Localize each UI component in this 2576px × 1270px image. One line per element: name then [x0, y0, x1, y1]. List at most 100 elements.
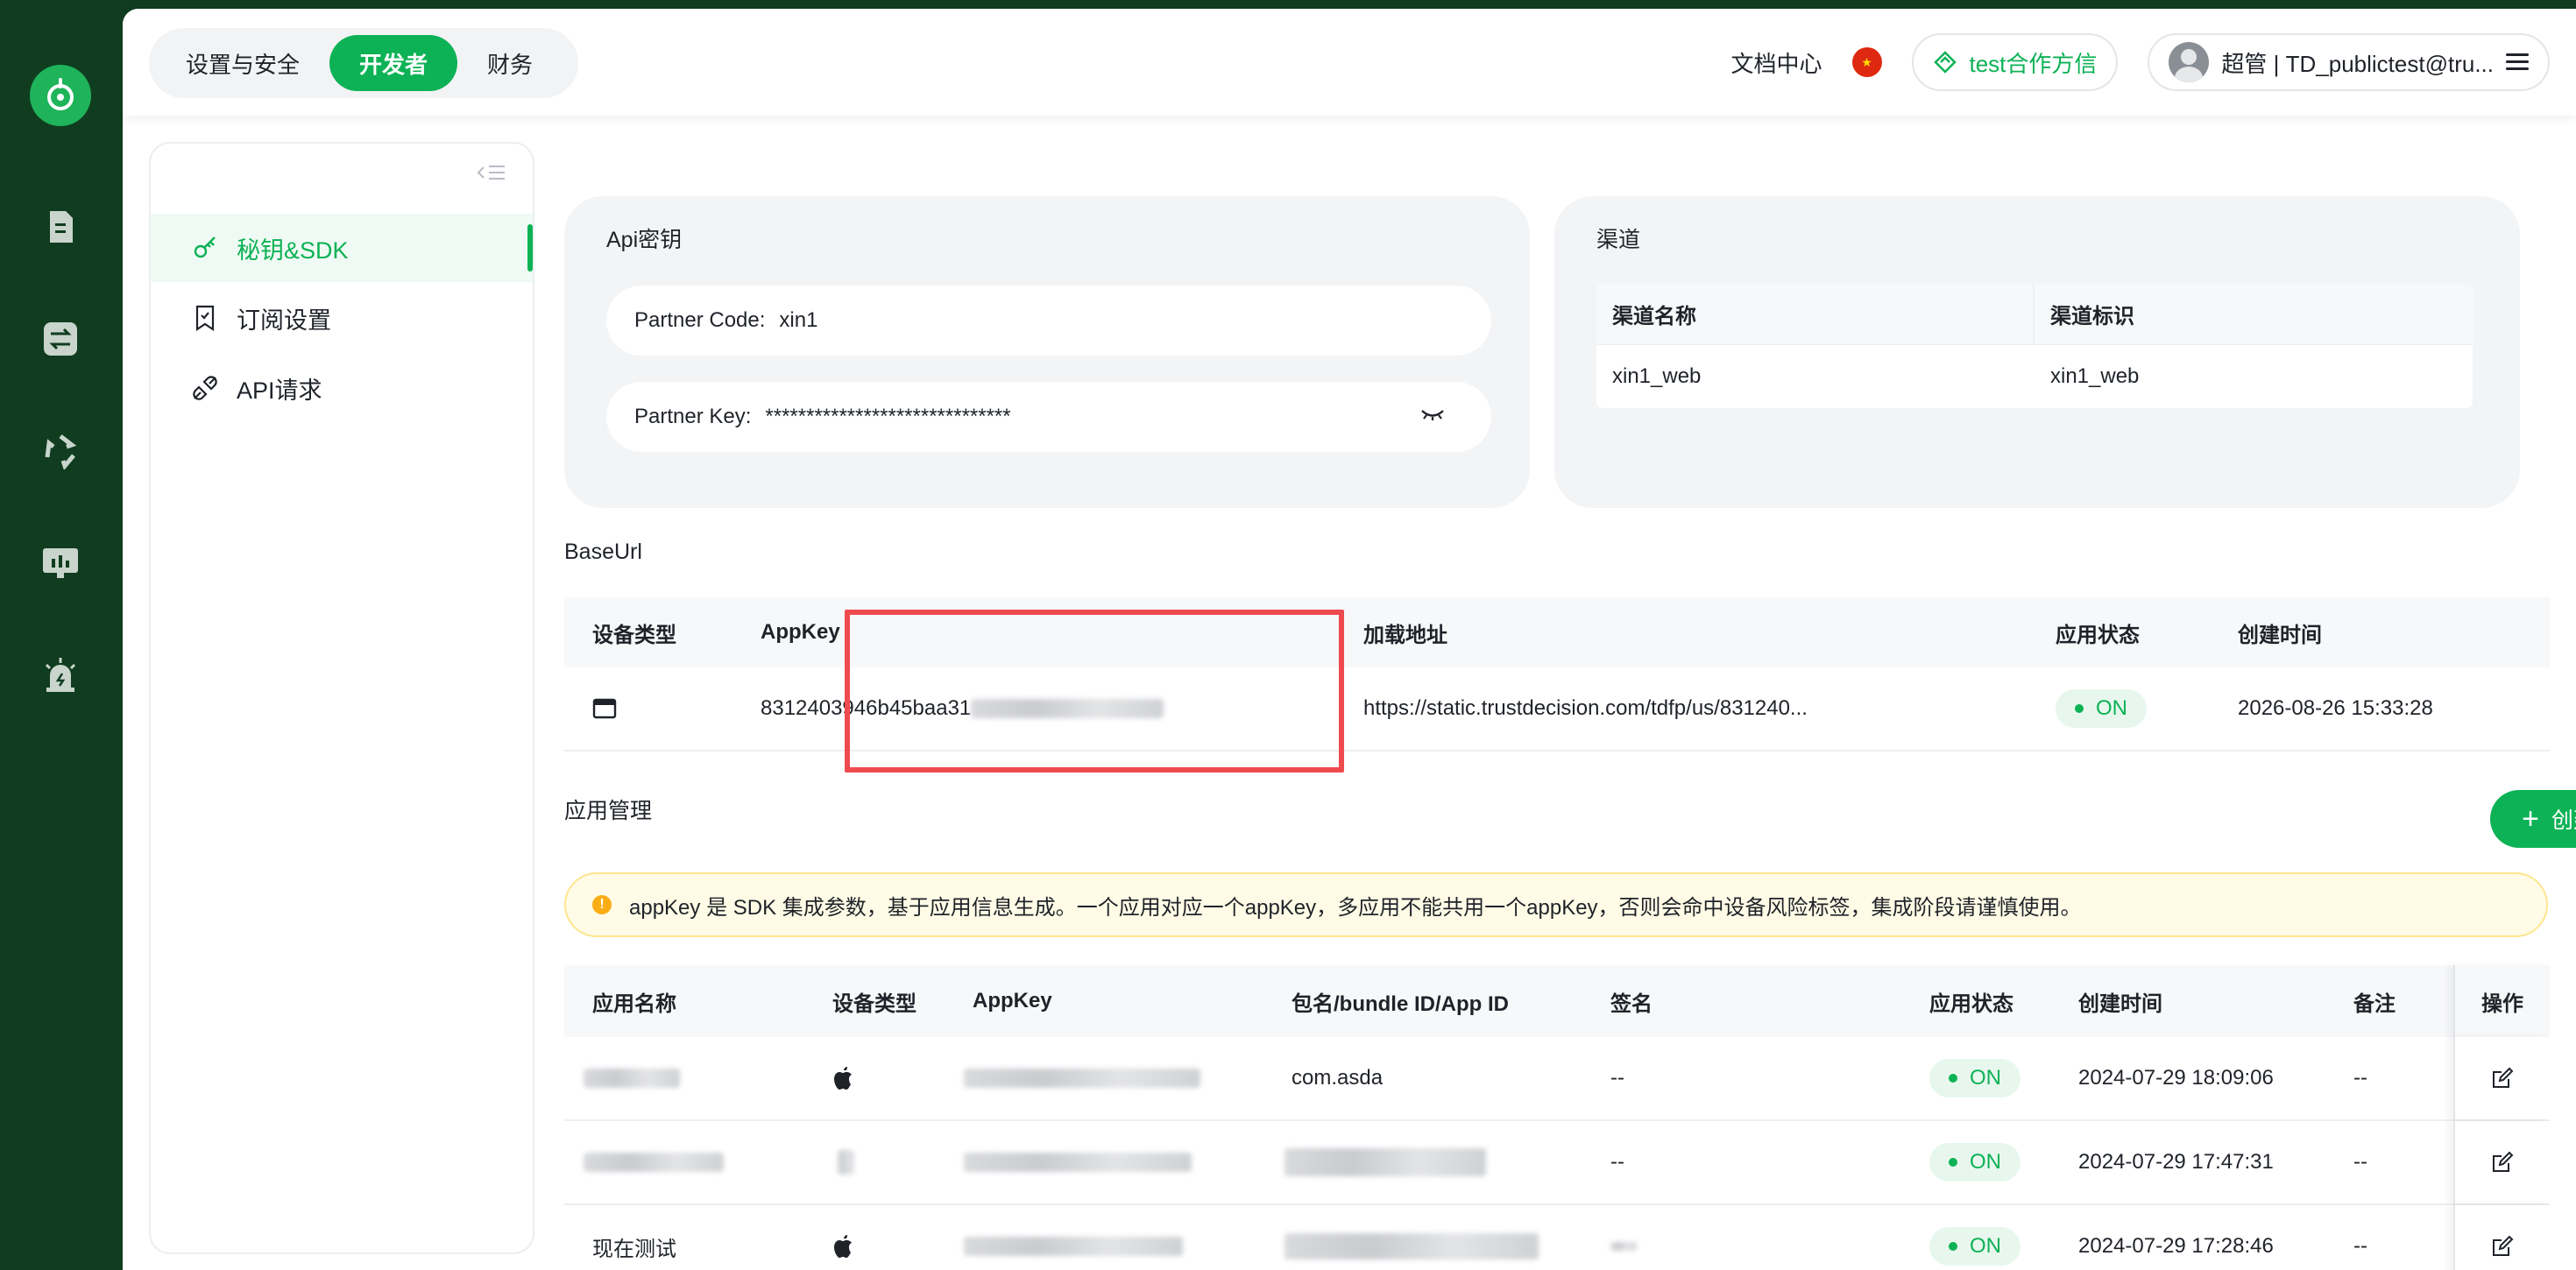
partner-code-field: Partner Code: xin1: [606, 286, 1491, 356]
sidebar-item-api-requests[interactable]: API请求: [151, 354, 533, 422]
partner-code-label: Partner Code:: [634, 308, 766, 332]
app-status-header: 应用状态: [1929, 991, 2013, 1016]
app-window: 设置与安全 开发者 财务 文档中心 ★ test合作方信 超管 | TD_pub…: [123, 9, 2576, 1270]
redacted-text: [964, 1153, 1192, 1172]
info-icon: !: [592, 895, 612, 914]
signature-cell: --: [1610, 1066, 1624, 1090]
package-cell: [1284, 1121, 1486, 1203]
appkey-notice: ! appKey 是 SDK 集成参数，基于应用信息生成。一个应用对应一个app…: [564, 872, 2548, 937]
top-bar: 设置与安全 开发者 财务 文档中心 ★ test合作方信 超管 | TD_pub…: [123, 9, 2576, 116]
android-icon: [838, 1121, 853, 1203]
status-badge: ON: [1929, 1205, 2020, 1270]
sidebar-item-label: API请求: [237, 377, 322, 404]
sidebar-item-label: 订阅设置: [237, 307, 331, 334]
docs-link[interactable]: 文档中心: [1730, 46, 1822, 79]
appkey-cell: [964, 1121, 1192, 1203]
redacted-text: [971, 699, 1164, 718]
app-name-cell: [584, 1037, 680, 1119]
appkey-cell: 8312403946b45baa31: [761, 667, 1164, 750]
sidebar: 秘钥&SDK 订阅设置 API请求: [149, 142, 534, 1254]
menu-icon: [2506, 53, 2529, 71]
collapse-menu-icon[interactable]: [477, 163, 506, 188]
bookmark-icon: [195, 305, 215, 332]
created-time-header: 创建时间: [2078, 991, 2162, 1016]
device-type-header: 设备类型: [592, 623, 676, 647]
redacted-text: [584, 1153, 724, 1172]
api-key-card: Api密钥 Partner Code: xin1 Partner Key: **…: [564, 196, 1530, 508]
channel-table-header: 渠道名称 渠道标识: [1596, 284, 2473, 345]
device-type-header: 设备类型: [832, 991, 916, 1016]
redacted-text: [1284, 1233, 1539, 1259]
top-right-actions: 文档中心 ★ test合作方信 超管 | TD_publictest@tru..…: [1730, 33, 2550, 91]
refresh-icon[interactable]: [39, 429, 82, 473]
status-badge: ON: [2056, 667, 2147, 750]
created-time-cell: 2024-07-29 18:09:06: [2078, 1066, 2274, 1090]
baseurl-title: BaseUrl: [564, 540, 642, 564]
edit-icon[interactable]: [2453, 1205, 2550, 1270]
app-table-header: 应用名称 设备类型 AppKey 包名/bundle ID/App ID 签名 …: [564, 965, 2550, 1037]
remark-cell: --: [2353, 1150, 2367, 1174]
load-url-link[interactable]: https://static.trustdecision.com/tdfp/us…: [1363, 667, 1808, 750]
table-row: 8312403946b45baa31 https://static.trustd…: [564, 667, 2550, 751]
app-table: 应用名称 设备类型 AppKey 包名/bundle ID/App ID 签名 …: [564, 965, 2550, 1270]
table-row: 现在测试 ON 2024-07-29 17:28:46 --: [564, 1205, 2550, 1270]
top-tabs: 设置与安全 开发者 财务: [149, 28, 578, 98]
created-time-cell: 2024-07-29 17:28:46: [2078, 1234, 2274, 1258]
apple-icon: [834, 1205, 855, 1270]
user-label: 超管 | TD_publictest@tru...: [2221, 50, 2494, 77]
eye-closed-icon[interactable]: [1419, 405, 1446, 430]
browser-icon: [592, 667, 617, 750]
partner-code-value[interactable]: xin1: [779, 308, 817, 333]
remark-header: 备注: [2353, 991, 2396, 1016]
document-icon[interactable]: [39, 205, 82, 249]
tab-finance[interactable]: 财务: [457, 35, 563, 91]
app-status-header: 应用状态: [2056, 623, 2140, 647]
remark-cell: --: [2353, 1066, 2367, 1090]
app-rail: [0, 0, 123, 1270]
status-badge: ON: [1929, 1037, 2020, 1119]
redacted-text: [584, 1069, 680, 1088]
sidebar-item-subscription[interactable]: 订阅设置: [151, 284, 533, 352]
redacted-text: [838, 1150, 853, 1175]
user-menu[interactable]: 超管 | TD_publictest@tru...: [2148, 33, 2550, 91]
signature-cell: --: [1610, 1150, 1624, 1174]
china-flag-icon[interactable]: ★: [1851, 47, 1882, 77]
tab-security[interactable]: 设置与安全: [156, 35, 329, 91]
channel-table: 渠道名称 渠道标识 xin1_web xin1_web: [1596, 284, 2473, 408]
package-cell: com.asda: [1292, 1066, 1384, 1090]
sidebar-item-keys-sdk[interactable]: 秘钥&SDK: [151, 214, 533, 282]
plus-icon: +: [2522, 802, 2539, 836]
avatar: [2169, 42, 2210, 82]
channel-card: 渠道 渠道名称 渠道标识 xin1_web xin1_web: [1554, 196, 2520, 508]
appkey-cell: [964, 1205, 1183, 1270]
edit-icon[interactable]: [2453, 1121, 2550, 1203]
app-name-header: 应用名称: [592, 991, 676, 1016]
app-name-cell: 现在测试: [592, 1237, 676, 1261]
appkey-value[interactable]: 8312403946b45baa31: [761, 696, 971, 721]
monitor-icon[interactable]: [39, 541, 82, 585]
appkey-cell: [964, 1037, 1200, 1119]
logo-icon[interactable]: [30, 65, 91, 126]
edit-icon[interactable]: [2453, 1037, 2550, 1119]
status-text: ON: [1970, 1150, 2001, 1174]
package-cell: [1284, 1205, 1539, 1270]
partner-label: test合作方信: [1969, 50, 2098, 77]
plug-icon: [193, 376, 217, 400]
swap-icon[interactable]: [39, 317, 82, 361]
create-app-button[interactable]: + 创建应用: [2490, 790, 2576, 848]
baseurl-table-header: 设备类型 AppKey 加载地址 应用状态 创建时间: [564, 597, 2550, 667]
key-icon: [194, 236, 216, 258]
app-name-cell: [584, 1121, 724, 1203]
partner-key-value[interactable]: ******************************: [765, 405, 1010, 429]
tab-developer[interactable]: 开发者: [329, 35, 458, 91]
appkey-header: AppKey: [973, 989, 1052, 1012]
notice-text: appKey 是 SDK 集成参数，基于应用信息生成。一个应用对应一个appKe…: [629, 895, 2082, 920]
channel-id-cell: xin1_web: [2050, 364, 2140, 388]
created-time-cell: 2026-08-26 15:33:28: [2238, 696, 2433, 720]
redacted-text: [1610, 1242, 1637, 1251]
appkey-header: AppKey: [761, 620, 840, 644]
partner-button[interactable]: test合作方信: [1911, 33, 2119, 91]
alarm-icon[interactable]: [39, 653, 82, 697]
channel-title: 渠道: [1596, 228, 1641, 252]
create-app-label: 创建应用: [2551, 808, 2576, 833]
